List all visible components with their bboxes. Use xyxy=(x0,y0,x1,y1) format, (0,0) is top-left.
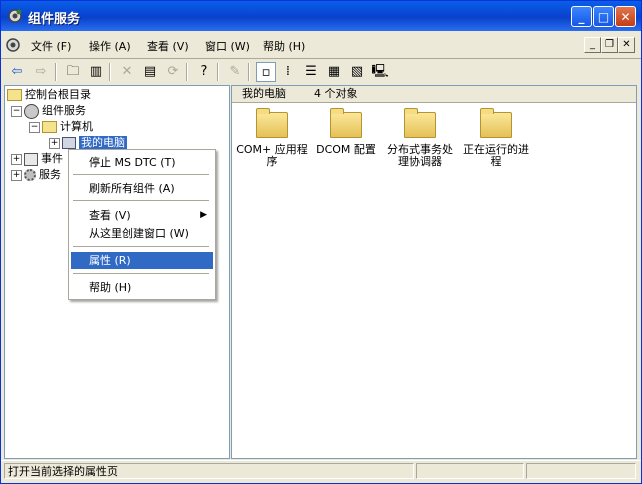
show-hide-tree-icon[interactable]: ▥ xyxy=(86,62,106,82)
expand-icon[interactable]: + xyxy=(11,153,22,165)
toolbar-separator xyxy=(217,63,219,81)
ctx-refresh-all-components[interactable]: 刷新所有组件 (A) xyxy=(71,180,213,197)
component-services-icon xyxy=(24,103,39,119)
menu-action[interactable]: 操作 (A) xyxy=(89,38,131,54)
ctx-stop-ms-dtc[interactable]: 停止 MS DTC (T) xyxy=(71,154,213,171)
ctx-properties[interactable]: 属性 (R) xyxy=(71,252,213,269)
toolbar-separator xyxy=(109,63,111,81)
close-button[interactable]: ✕ xyxy=(615,6,636,27)
expand-icon[interactable]: + xyxy=(11,169,22,181)
detail-view-icon[interactable]: ▦ xyxy=(324,62,344,82)
tree-root[interactable]: 控制台根目录 xyxy=(7,87,91,103)
new-window-icon[interactable]: ✎ xyxy=(225,62,245,82)
tree-item-event-viewer[interactable]: + 事件 xyxy=(11,151,63,167)
folder-icon xyxy=(42,121,57,133)
delete-icon[interactable]: ✕ xyxy=(117,62,137,82)
status-view-icon[interactable]: ▧ xyxy=(347,62,367,82)
toolbar: ⇦ ⇨ 🗀 ▥ ✕ ▤ ⟳ ? ✎ ▫ ⁞ ☰ ▦ ▧ 🖳 xyxy=(1,58,641,85)
list-item-dtc[interactable]: 分布式事务处理协调器 xyxy=(380,108,460,168)
window-title: 组件服务 xyxy=(28,12,81,27)
computer-icon xyxy=(62,137,76,149)
status-text: 打开当前选择的属性页 xyxy=(4,463,414,479)
main-window: 组件服务 _ □ ✕ 文件 (F) 操作 (A) 查看 (V) 窗口 (W) 帮… xyxy=(0,0,642,484)
list-item-com-apps[interactable]: COM+ 应用程序 xyxy=(232,108,312,168)
submenu-arrow-icon: ▶ xyxy=(200,210,207,220)
ctx-new-window-from-here[interactable]: 从这里创建窗口 (W) xyxy=(71,225,213,242)
mdi-close-button[interactable]: ✕ xyxy=(618,37,635,53)
component-services-icon xyxy=(8,9,22,23)
help-icon[interactable]: ? xyxy=(194,62,214,82)
title-bar[interactable]: 组件服务 _ □ ✕ xyxy=(1,1,641,31)
mdi-restore-button[interactable]: ❐ xyxy=(601,37,618,53)
expand-icon[interactable]: + xyxy=(49,137,60,149)
large-icons-view-icon[interactable]: ▫ xyxy=(256,62,276,82)
menu-help[interactable]: 帮助 (H) xyxy=(263,38,305,54)
collapse-icon[interactable]: − xyxy=(11,105,22,117)
toolbar-separator xyxy=(55,63,57,81)
list-pane[interactable]: 我的电脑 4 个对象 COM+ 应用程序 DCOM 配置 分布式事务处理协调器 … xyxy=(231,85,637,459)
ctx-help[interactable]: 帮助 (H) xyxy=(71,279,213,296)
toolbar-separator xyxy=(186,63,188,81)
ctx-view[interactable]: 查看 (V) ▶ xyxy=(71,207,213,224)
computer-icon[interactable]: 🖳 xyxy=(370,62,390,82)
tree-item-services[interactable]: + 服务 xyxy=(11,167,61,183)
services-gear-icon xyxy=(24,169,36,181)
tree-item-component-services[interactable]: − 组件服务 xyxy=(11,103,86,119)
status-panel xyxy=(416,463,524,479)
maximize-button[interactable]: □ xyxy=(593,6,614,27)
list-item-dcom-config[interactable]: DCOM 配置 xyxy=(306,108,386,156)
list-header: 我的电脑 4 个对象 xyxy=(232,86,636,103)
mdi-minimize-button[interactable]: _ xyxy=(584,37,601,53)
list-header-location: 我的电脑 xyxy=(242,87,286,100)
folder-icon xyxy=(330,108,362,138)
folder-icon xyxy=(480,108,512,138)
status-bar: 打开当前选择的属性页 xyxy=(1,460,641,483)
properties-icon[interactable]: ▤ xyxy=(140,62,160,82)
event-viewer-icon xyxy=(24,152,38,166)
status-panel xyxy=(526,463,636,479)
back-icon[interactable]: ⇦ xyxy=(7,62,27,82)
tree-item-computers[interactable]: − 计算机 xyxy=(29,119,93,135)
folder-icon xyxy=(7,89,22,101)
context-menu: 停止 MS DTC (T) 刷新所有组件 (A) 查看 (V) ▶ 从这里创建窗… xyxy=(68,149,216,300)
list-view-icon[interactable]: ☰ xyxy=(301,62,321,82)
menu-separator xyxy=(73,273,209,274)
menu-separator xyxy=(73,174,209,175)
menu-file[interactable]: 文件 (F) xyxy=(31,38,71,54)
menu-bar: 文件 (F) 操作 (A) 查看 (V) 窗口 (W) 帮助 (H) _ ❐ ✕ xyxy=(1,32,641,59)
list-item-running-processes[interactable]: 正在运行的进程 xyxy=(456,108,536,168)
folder-icon xyxy=(404,108,436,138)
collapse-icon[interactable]: − xyxy=(29,121,40,133)
folder-icon xyxy=(256,108,288,138)
menu-window[interactable]: 窗口 (W) xyxy=(205,38,250,54)
refresh-icon[interactable]: ⟳ xyxy=(163,62,183,82)
menu-separator xyxy=(73,200,209,201)
menu-separator xyxy=(73,246,209,247)
mmc-system-menu-icon[interactable] xyxy=(5,37,21,53)
menu-view[interactable]: 查看 (V) xyxy=(147,38,189,54)
minimize-button[interactable]: _ xyxy=(571,6,592,27)
list-header-count: 4 个对象 xyxy=(314,87,358,100)
small-icons-view-icon[interactable]: ⁞ xyxy=(278,62,298,82)
toolbar-separator xyxy=(248,63,250,81)
forward-icon[interactable]: ⇨ xyxy=(31,62,51,82)
up-one-level-icon[interactable]: 🗀 xyxy=(63,62,83,82)
